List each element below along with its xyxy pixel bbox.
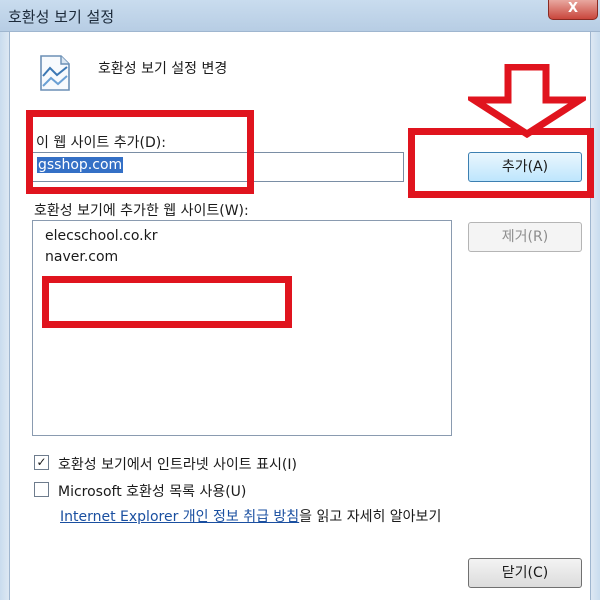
intranet-checkbox[interactable]: ✓ — [34, 455, 49, 470]
intranet-option-label: 호환성 보기에서 인트라넷 사이트 표시(I) — [58, 457, 297, 473]
window-frame-right — [590, 32, 600, 600]
privacy-policy-link[interactable]: Internet Explorer 개인 정보 취급 방침 — [60, 509, 299, 525]
site-list-item[interactable]: naver.com — [45, 249, 118, 265]
title-bar: 호환성 보기 설정 X — [0, 0, 600, 32]
site-list[interactable]: elecschool.co.kr naver.com — [32, 220, 452, 436]
remove-button[interactable]: 제거(R) — [468, 222, 582, 252]
window-frame-left — [0, 32, 10, 600]
dialog-heading: 호환성 보기 설정 변경 — [98, 61, 228, 77]
microsoft-list-checkbox[interactable] — [34, 482, 49, 497]
close-window-button[interactable]: X — [548, 0, 598, 20]
privacy-suffix: 을 읽고 자세히 알아보기 — [299, 509, 442, 525]
document-chart-icon — [40, 55, 70, 91]
microsoft-option-label: Microsoft 호환성 목록 사용(U) — [58, 484, 247, 500]
close-button[interactable]: 닫기(C) — [468, 558, 582, 588]
highlight-box-add-button — [408, 128, 594, 198]
down-arrow-icon — [468, 64, 586, 138]
site-list-label: 호환성 보기에 추가한 웹 사이트(W): — [34, 203, 249, 219]
highlight-box-list — [42, 276, 292, 328]
highlight-box-add-site — [26, 110, 254, 194]
site-list-item[interactable]: elecschool.co.kr — [45, 228, 157, 244]
window-title: 호환성 보기 설정 — [8, 8, 115, 26]
privacy-line: Internet Explorer 개인 정보 취급 방침을 읽고 자세히 알아… — [60, 506, 441, 526]
